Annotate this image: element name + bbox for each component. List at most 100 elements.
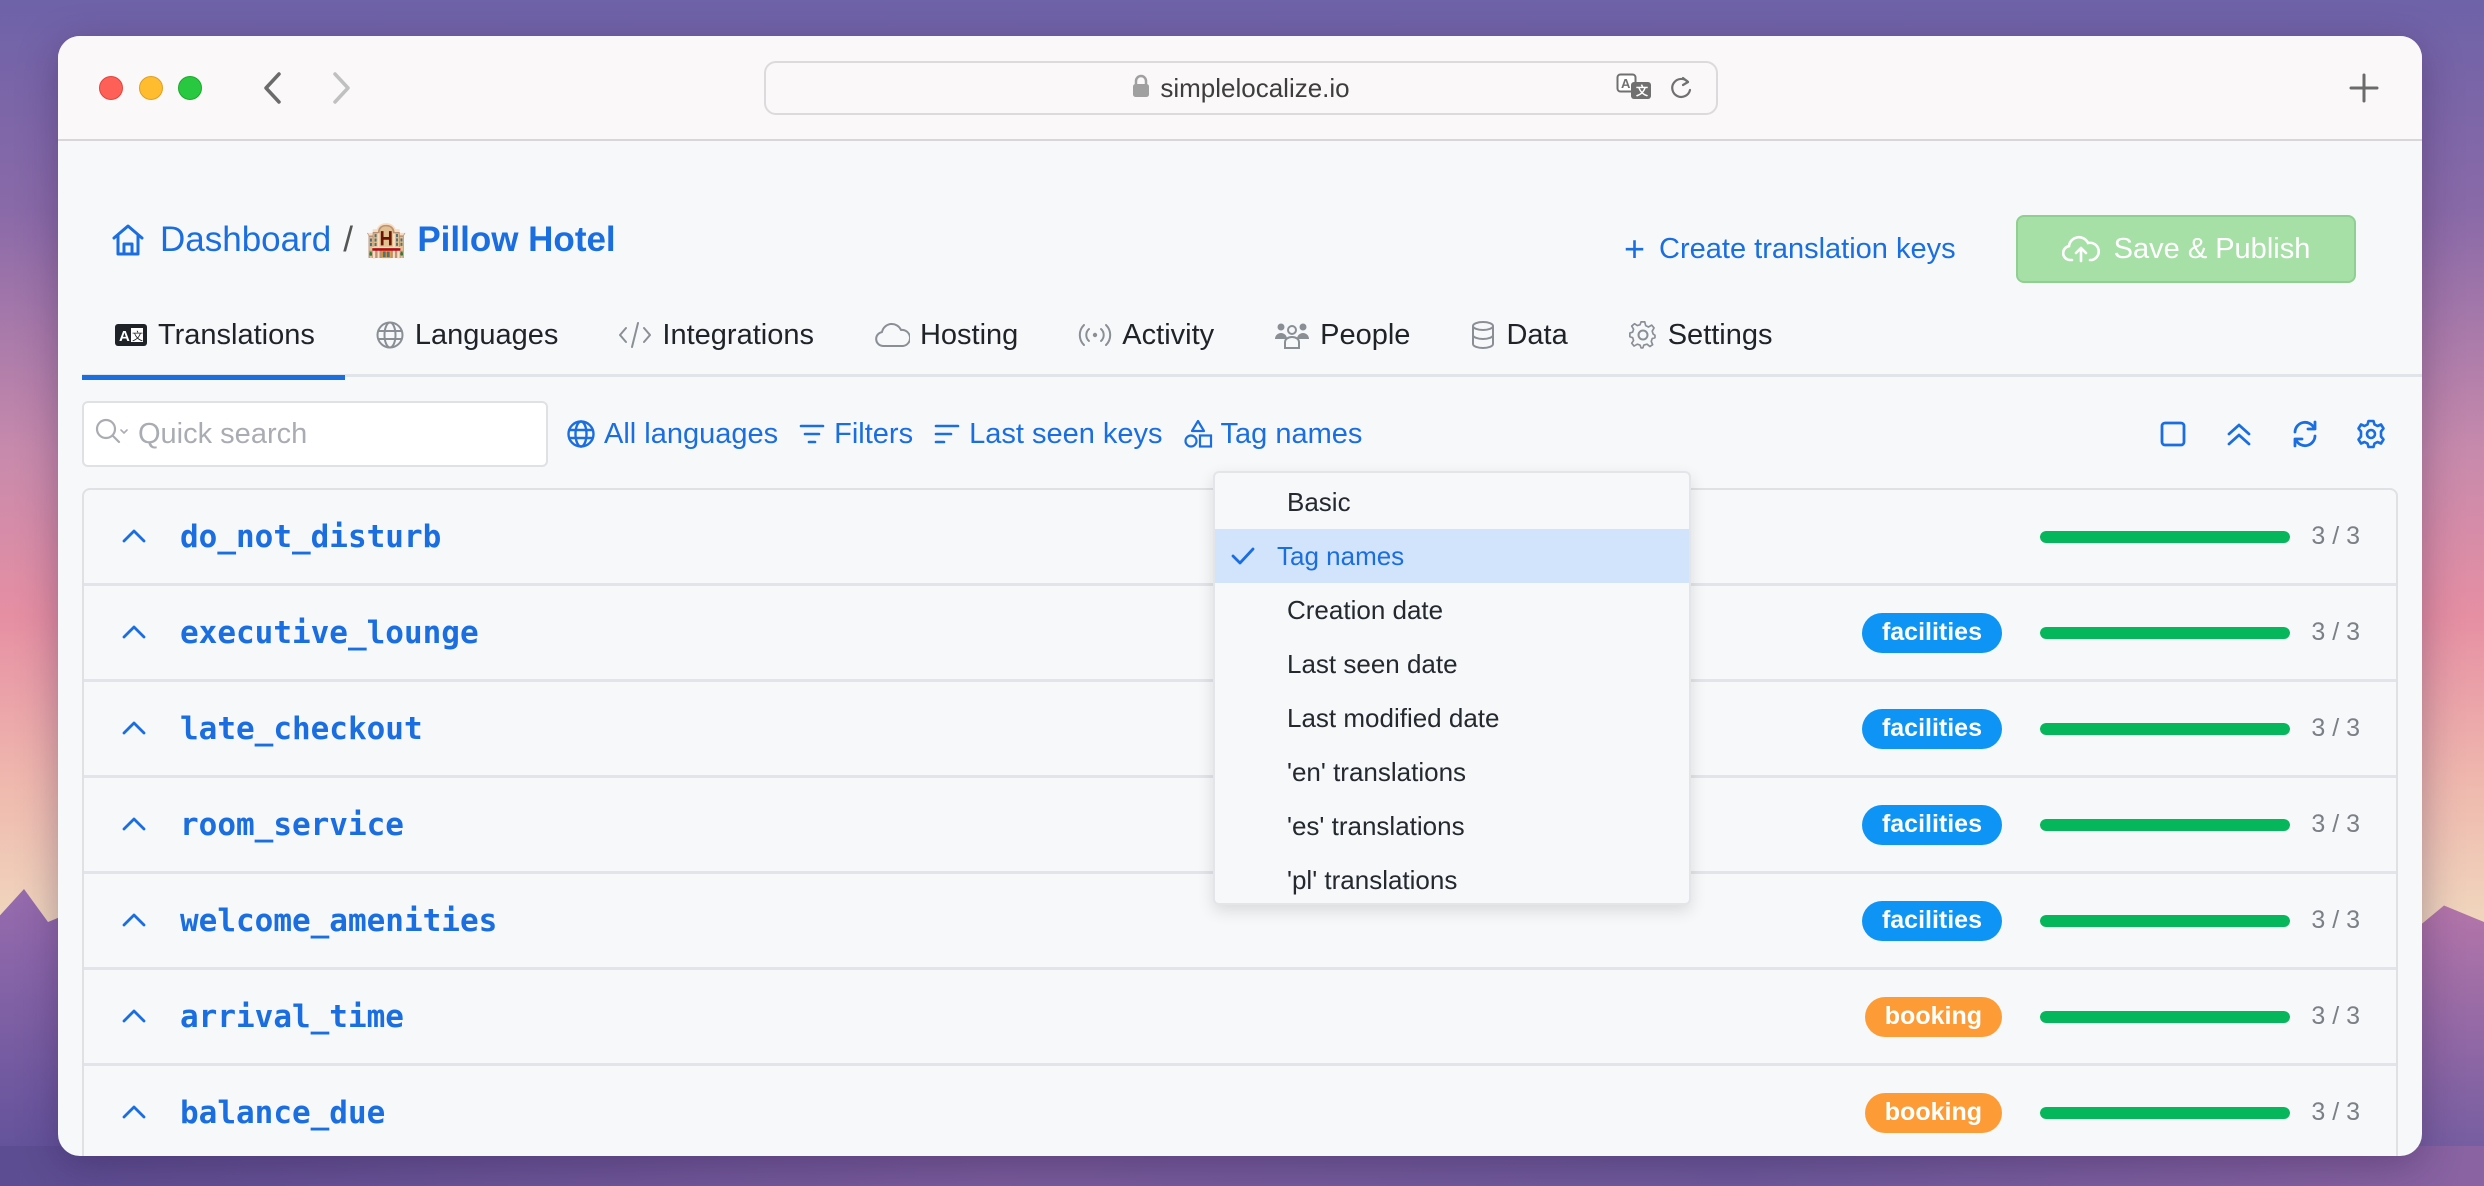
translation-count: 3 / 3 — [2311, 1098, 2360, 1126]
quick-search-input[interactable] — [138, 417, 498, 451]
dropdown-option-label: Creation date — [1287, 594, 1444, 625]
sort-label: Last seen keys — [969, 417, 1163, 450]
tag-badge[interactable]: facilities — [1861, 804, 2002, 845]
chevron-up-icon[interactable] — [120, 1098, 148, 1131]
tag-badge[interactable]: facilities — [1861, 900, 2002, 941]
dropdown-option[interactable]: Creation date — [1215, 583, 1689, 637]
create-translation-keys-button[interactable]: + Create translation keys — [1624, 231, 1956, 267]
tab-languages[interactable]: Languages — [345, 293, 589, 377]
filter-icon — [798, 421, 826, 447]
chevron-up-icon[interactable] — [120, 1002, 148, 1035]
translation-progress-bar — [2040, 1106, 2290, 1119]
lock-icon — [1132, 74, 1150, 103]
close-window-button[interactable] — [99, 76, 123, 100]
key-name[interactable]: late_checkout — [180, 711, 423, 747]
zoom-window-button[interactable] — [178, 76, 202, 100]
breadcrumb-dashboard-link[interactable]: Dashboard — [110, 220, 331, 260]
minimize-window-button[interactable] — [139, 76, 163, 100]
dropdown-option[interactable]: Tag names — [1215, 529, 1689, 583]
globe-icon — [375, 320, 405, 350]
tag-badge[interactable]: facilities — [1861, 708, 2002, 749]
translation-count: 3 / 3 — [2311, 714, 2360, 742]
url-text: simplelocalize.io — [1160, 72, 1350, 103]
translation-key-row[interactable]: arrival_time booking 3 / 3 — [84, 970, 2396, 1066]
tag-badge[interactable]: booking — [1864, 1092, 2002, 1133]
tab-activity[interactable]: Activity — [1048, 293, 1244, 377]
progress-fill — [2040, 1010, 2290, 1023]
plus-icon — [2349, 73, 2379, 103]
key-name[interactable]: welcome_amenities — [180, 903, 497, 939]
sort-button[interactable]: Last seen keys — [933, 417, 1163, 451]
svg-text:A: A — [119, 328, 130, 345]
tab-label: People — [1320, 318, 1411, 351]
tag-badge[interactable]: facilities — [1861, 612, 2002, 653]
dropdown-option[interactable]: 'en' translations — [1215, 745, 1689, 799]
key-name[interactable]: balance_due — [180, 1095, 385, 1131]
collapse-all-button[interactable] — [2220, 409, 2258, 459]
broadcast-icon — [1078, 321, 1112, 349]
refresh-button[interactable] — [2286, 409, 2324, 459]
chevron-up-icon[interactable] — [120, 810, 148, 843]
tab-settings[interactable]: Settings — [1598, 293, 1803, 377]
translations-toolbar: All languages Filters Last seen keys Tag… — [82, 401, 2398, 467]
reload-icon[interactable] — [1668, 73, 1694, 108]
address-bar[interactable]: simplelocalize.io A文 — [764, 61, 1718, 115]
tab-integrations[interactable]: Integrations — [588, 293, 844, 377]
tab-people[interactable]: People — [1244, 293, 1440, 377]
browser-window: simplelocalize.io A文 Dashboard / 🏨 Pillo… — [58, 36, 2422, 1156]
create-translation-keys-label: Create translation keys — [1659, 232, 1956, 265]
translation-key-row[interactable]: balance_due booking 3 / 3 — [84, 1066, 2396, 1156]
dropdown-option[interactable]: Last modified date — [1215, 691, 1689, 745]
check-icon — [1229, 543, 1257, 576]
dropdown-option[interactable]: Last seen date — [1215, 637, 1689, 691]
select-all-button[interactable] — [2154, 409, 2192, 459]
new-tab-button[interactable] — [2342, 66, 2386, 110]
translation-progress-bar — [2040, 530, 2290, 543]
translation-progress-bar — [2040, 1010, 2290, 1023]
translation-progress-bar — [2040, 626, 2290, 639]
key-name[interactable]: room_service — [180, 807, 404, 843]
translation-count: 3 / 3 — [2311, 906, 2360, 934]
view-mode-label: Tag names — [1220, 417, 1363, 450]
tab-hosting[interactable]: Hosting — [844, 293, 1048, 377]
list-settings-button[interactable] — [2352, 409, 2390, 459]
key-name[interactable]: executive_lounge — [180, 615, 479, 651]
translation-progress-bar — [2040, 722, 2290, 735]
tag-badge[interactable]: booking — [1864, 996, 2002, 1037]
plus-icon: + — [1624, 228, 1646, 269]
list-actions — [2154, 409, 2390, 459]
svg-text:文: 文 — [132, 329, 143, 343]
chevron-up-icon[interactable] — [120, 522, 148, 555]
key-name[interactable]: arrival_time — [180, 999, 404, 1035]
dropdown-option[interactable]: Basic — [1215, 475, 1689, 529]
progress-fill — [2040, 530, 2290, 543]
tab-data[interactable]: Data — [1440, 293, 1597, 377]
filters-button[interactable]: Filters — [798, 418, 913, 451]
chevron-up-icon[interactable] — [120, 618, 148, 651]
translate-icon[interactable]: A文 — [1616, 73, 1654, 108]
tab-label: Languages — [414, 318, 559, 351]
dropdown-option-label: 'pl' translations — [1287, 864, 1458, 895]
save-publish-button[interactable]: Save & Publish — [2016, 215, 2356, 283]
translation-count: 3 / 3 — [2311, 1002, 2360, 1030]
translation-progress-bar — [2040, 818, 2290, 831]
all-languages-button[interactable]: All languages — [566, 418, 778, 451]
quick-search-field[interactable] — [82, 401, 548, 467]
tab-translations[interactable]: A文 Translations — [82, 293, 345, 380]
dropdown-option[interactable]: 'es' translations — [1215, 799, 1689, 853]
back-button[interactable] — [252, 66, 292, 110]
chevron-up-icon[interactable] — [120, 906, 148, 939]
breadcrumb-project-link[interactable]: 🏨 Pillow Hotel — [365, 220, 616, 260]
dropdown-option[interactable]: 'pl' translations — [1215, 853, 1689, 907]
translate-box-icon: A文 — [114, 322, 148, 348]
translation-count: 3 / 3 — [2311, 618, 2360, 646]
database-icon — [1470, 320, 1496, 350]
breadcrumb: Dashboard / 🏨 Pillow Hotel — [110, 215, 616, 265]
chevron-up-icon[interactable] — [120, 714, 148, 747]
view-mode-button[interactable]: Tag names — [1183, 417, 1363, 451]
people-icon — [1274, 321, 1310, 349]
forward-button[interactable] — [322, 66, 362, 110]
progress-fill — [2040, 1106, 2290, 1119]
view-mode-dropdown: Basic Tag names Creation date Last seen dat… — [1213, 471, 1691, 905]
key-name[interactable]: do_not_disturb — [180, 519, 441, 555]
